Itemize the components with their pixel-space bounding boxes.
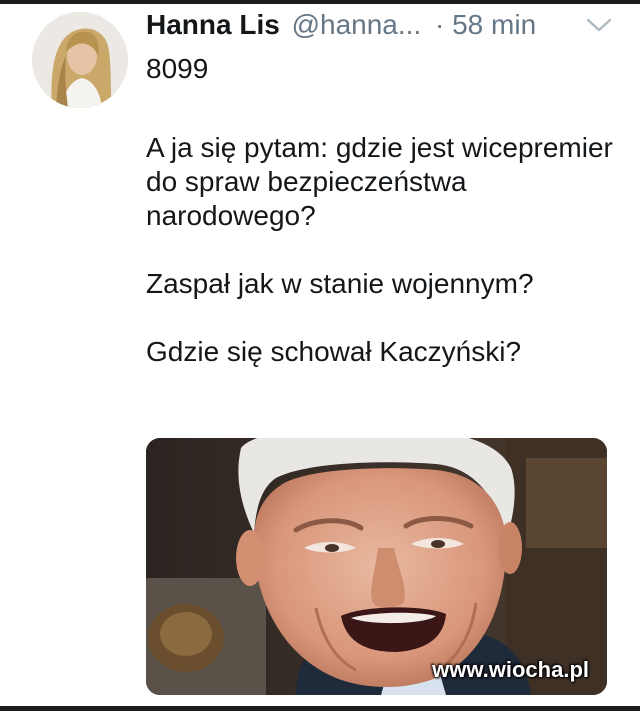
top-edge-bar — [0, 0, 640, 4]
tweet-text: 8099 A ja się pytam: gdzie jest wiceprem… — [146, 52, 616, 403]
tweet-header: Hanna Lis @hanna... · 58 min — [146, 8, 616, 42]
chevron-down-icon[interactable] — [586, 17, 612, 33]
tweet-paragraph: 8099 — [146, 53, 209, 84]
author-display-name[interactable]: Hanna Lis — [146, 9, 280, 40]
media-watermark: www.wiocha.pl — [432, 657, 589, 682]
author-handle[interactable]: @hanna... — [292, 9, 422, 40]
tweet-paragraph: Zaspał jak w stanie wojennym? — [146, 268, 534, 299]
tweet-media-photo[interactable]: www.wiocha.pl — [146, 438, 607, 695]
tweet-paragraph: A ja się pytam: gdzie jest wicepremier d… — [146, 132, 613, 231]
tweet-paragraph: Gdzie się schował Kaczyński? — [146, 336, 522, 367]
tweet-timestamp[interactable]: · 58 min — [435, 9, 536, 40]
avatar[interactable] — [32, 12, 128, 108]
bottom-edge-bar — [0, 706, 640, 711]
